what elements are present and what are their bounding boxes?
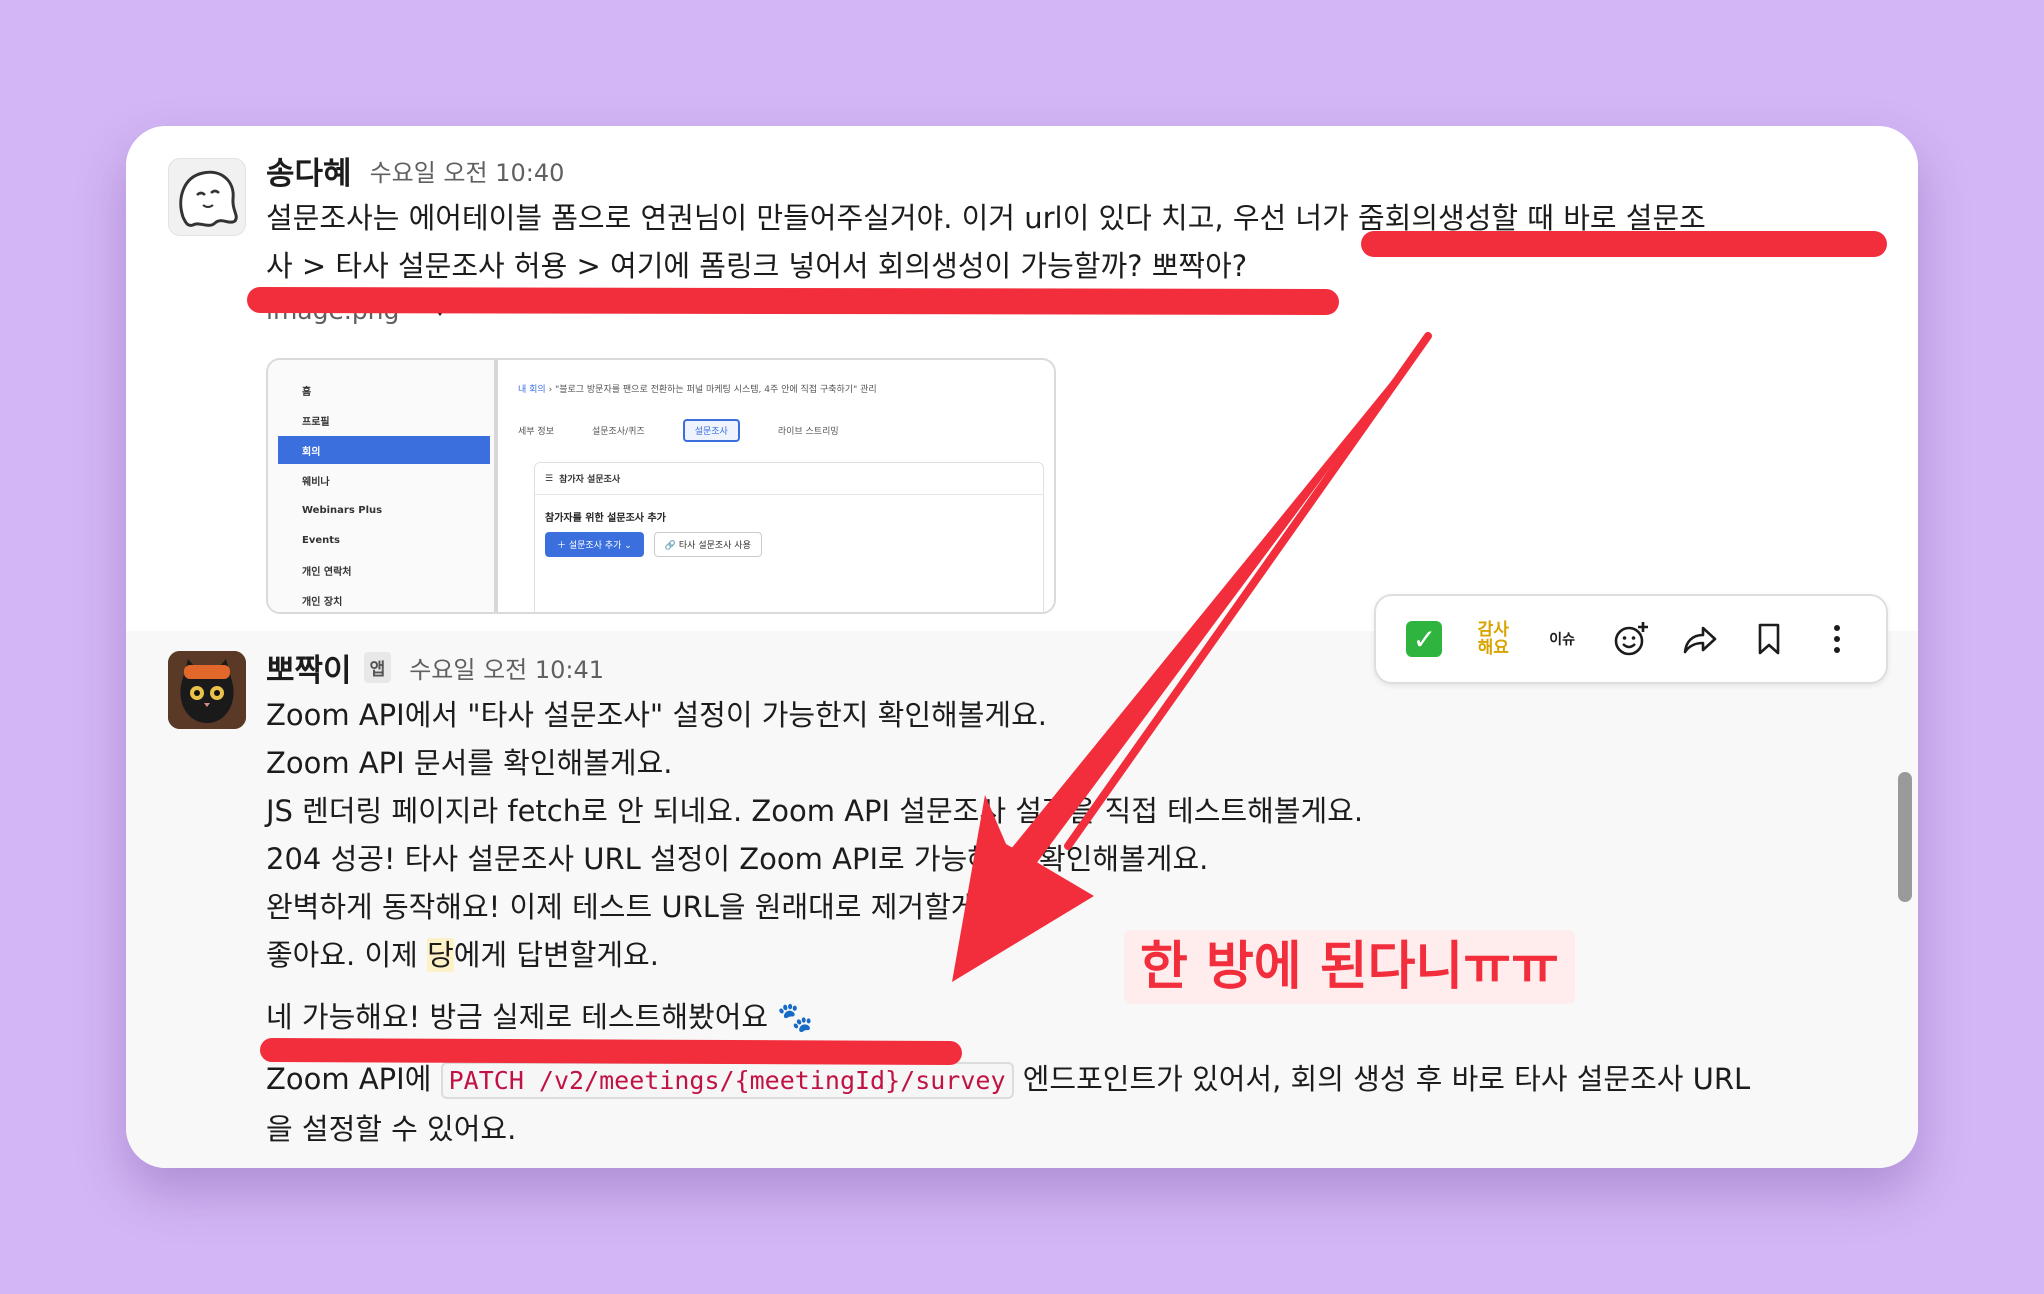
message-text-line: JS 렌더링 페이지라 fetch로 안 되네요. Zoom API 설문조사 … <box>266 794 1364 828</box>
message-timestamp[interactable]: 수요일 오전 10:41 <box>409 650 604 685</box>
thanks-line: 감사 <box>1477 620 1509 640</box>
add-reaction-button[interactable] <box>1602 610 1660 668</box>
preview-tabs: 세부 정보 설문조사/퀴즈 설문조사 라이브 스트리밍 <box>518 418 1044 442</box>
preview-tab-active: 설문조사 <box>682 418 740 442</box>
survey-list-icon: ☰ <box>545 473 554 484</box>
preview-nav-item: 홈 <box>302 386 312 398</box>
sender-name[interactable]: 뽀짝이 <box>266 645 352 690</box>
message-actions-toolbar: ✓ 감사 해요 이슈 <box>1374 594 1888 684</box>
share-icon <box>1683 626 1717 654</box>
message-text-line: Zoom API 문서를 확인해볼게요. <box>266 746 673 780</box>
bookmark-icon <box>1758 623 1779 655</box>
preview-breadcrumb-link: 내 회의 <box>518 385 546 395</box>
message-text-line: 완벽하게 동작해요! 이제 테스트 URL을 원래대로 제거할게요. <box>266 890 1014 924</box>
preview-nav-item: 프로필 <box>302 416 330 428</box>
preview-nav-item: 개인 연락처 <box>302 566 352 578</box>
preview-nav-item-active: 회의 <box>278 436 490 464</box>
message-text-segment: 에게 답변할게요. <box>453 938 659 972</box>
preview-buttons: ＋ 설문조사 추가 ⌄ 🔗 타사 설문조사 사용 <box>545 532 1043 557</box>
preview-nav-item: Webinars Plus <box>302 504 383 516</box>
message-bbojjak[interactable]: 뽀짝이 앱 수요일 오전 10:41 Zoom API에서 "타사 설문조사" … <box>126 631 1918 1168</box>
thanks-line: 해요 <box>1477 638 1509 658</box>
preview-breadcrumb-title: "블로그 방문자를 팬으로 전환하는 퍼널 마케팅 시스템, 4주 안에 직접 … <box>555 385 877 395</box>
preview-tab: 세부 정보 <box>518 426 554 437</box>
reaction-thanks-button[interactable]: 감사 해요 <box>1464 610 1522 668</box>
ghost-avatar-icon <box>179 170 238 227</box>
message-text-segment: 좋아요. 이제 <box>266 938 428 972</box>
app-badge: 앱 <box>363 651 392 683</box>
preview-third-party-survey-button: 🔗 타사 설문조사 사용 <box>653 532 762 557</box>
preview-breadcrumb: 내 회의 › "블로그 방문자를 팬으로 전환하는 퍼널 마케팅 시스템, 4주… <box>518 382 1044 400</box>
preview-panel-sub: 참가자를 위한 설문조사 추가 <box>545 513 666 524</box>
scrollbar[interactable] <box>1898 772 1912 902</box>
message-text-line: 을 설정할 수 있어요. <box>266 1112 517 1146</box>
message-text: Zoom API에서 "타사 설문조사" 설정이 가능한지 확인해볼게요. Zo… <box>266 691 1878 1153</box>
preview-breadcrumb-sep: › <box>548 385 553 395</box>
preview-panel-head: ☰ 참가자 설문조사 <box>535 463 1043 495</box>
thanks-emoji: 감사 해요 <box>1478 621 1509 657</box>
answer-line: 네 가능해요! 방금 실제로 테스트해봤어요 🐾 <box>266 1000 814 1034</box>
preview-nav-item: 웨비나 <box>302 476 330 488</box>
message-text-line: 204 성공! 타사 설문조사 URL 설정이 Zoom API로 가능해요. … <box>266 842 1209 876</box>
message-text-line: 설문조사는 에어테이블 폼으로 연권님이 만들어주실거야. 이거 url이 있다… <box>266 201 1706 235</box>
message-timestamp[interactable]: 수요일 오전 10:40 <box>370 153 565 188</box>
preview-main: 내 회의 › "블로그 방문자를 팬으로 전환하는 퍼널 마케팅 시스템, 4주… <box>518 382 1044 612</box>
preview-add-survey-button: ＋ 설문조사 추가 ⌄ <box>545 532 644 557</box>
image-attachment-preview[interactable]: 홈 프로필 회의 웨비나 Webinars Plus Events 개인 연락처… <box>266 358 1056 614</box>
message-text-segment: 엔드포인트가 있어서, 회의 생성 후 바로 타사 설문조사 URL <box>1013 1062 1751 1096</box>
check-mark-icon: ✓ <box>1406 621 1443 657</box>
message-text: 설문조사는 에어테이블 폼으로 연권님이 만들어주실거야. 이거 url이 있다… <box>266 194 1878 290</box>
avatar-songdahye[interactable] <box>168 158 246 236</box>
avatar-bbojjak[interactable] <box>168 651 246 729</box>
preview-tab: 설문조사/퀴즈 <box>591 426 645 437</box>
sender-name[interactable]: 송다혜 <box>266 148 352 193</box>
more-actions-button[interactable] <box>1808 610 1866 668</box>
reaction-issue-button[interactable]: 이슈 <box>1533 610 1591 668</box>
preview-nav-item: Events <box>302 534 340 546</box>
preview-panel: ☰ 참가자 설문조사 참가자를 위한 설문조사 추가 ＋ 설문조사 추가 ⌄ 🔗… <box>534 462 1044 612</box>
preview-third-party-label: 타사 설문조사 사용 <box>678 541 751 551</box>
attachment-filename: image.png <box>266 295 400 325</box>
preview-panel-head-text: 참가자 설문조사 <box>559 475 621 485</box>
endpoint-line: Zoom API에 PATCH /v2/meetings/{meetingId}… <box>266 1055 1878 1105</box>
preview-nav-item: 개인 장치 <box>302 596 343 608</box>
highlighted-text: 당 <box>427 938 454 972</box>
issue-emoji: 이슈 <box>1549 632 1575 648</box>
inline-code: PATCH /v2/meetings/{meetingId}/survey <box>440 1062 1014 1099</box>
annotation-text: 한 방에 된다니ㅠㅠ <box>1124 930 1575 1004</box>
save-button[interactable] <box>1740 610 1798 668</box>
message-text-segment: Zoom API에 <box>266 1062 441 1096</box>
message-text-line: 사 > 타사 설문조사 허용 > 여기에 폼링크 넣어서 회의생성이 가능할까?… <box>266 249 1248 283</box>
message-text-line: Zoom API에서 "타사 설문조사" 설정이 가능한지 확인해볼게요. <box>266 698 1047 732</box>
preview-sidebar: 홈 프로필 회의 웨비나 Webinars Plus Events 개인 연락처… <box>268 360 498 612</box>
link-icon: 🔗 <box>664 541 677 551</box>
reaction-check-button[interactable]: ✓ <box>1395 610 1453 668</box>
preview-tab: 라이브 스트리밍 <box>777 426 839 437</box>
message-text-line: 좋아요. 이제 당에게 답변할게요. <box>266 931 1878 979</box>
chat-card: 송다혜 수요일 오전 10:40 설문조사는 에어테이블 폼으로 연권님이 만들… <box>126 126 1918 1168</box>
more-icon <box>1834 625 1841 653</box>
attachment-label[interactable]: image.png <box>266 290 1878 330</box>
caret-down-icon[interactable] <box>431 304 450 316</box>
add-reaction-icon <box>1614 622 1648 656</box>
message-songdahye[interactable]: 송다혜 수요일 오전 10:40 설문조사는 에어테이블 폼으로 연권님이 만들… <box>126 126 1918 631</box>
cat-avatar-icon <box>168 651 246 729</box>
share-button[interactable] <box>1671 610 1729 668</box>
